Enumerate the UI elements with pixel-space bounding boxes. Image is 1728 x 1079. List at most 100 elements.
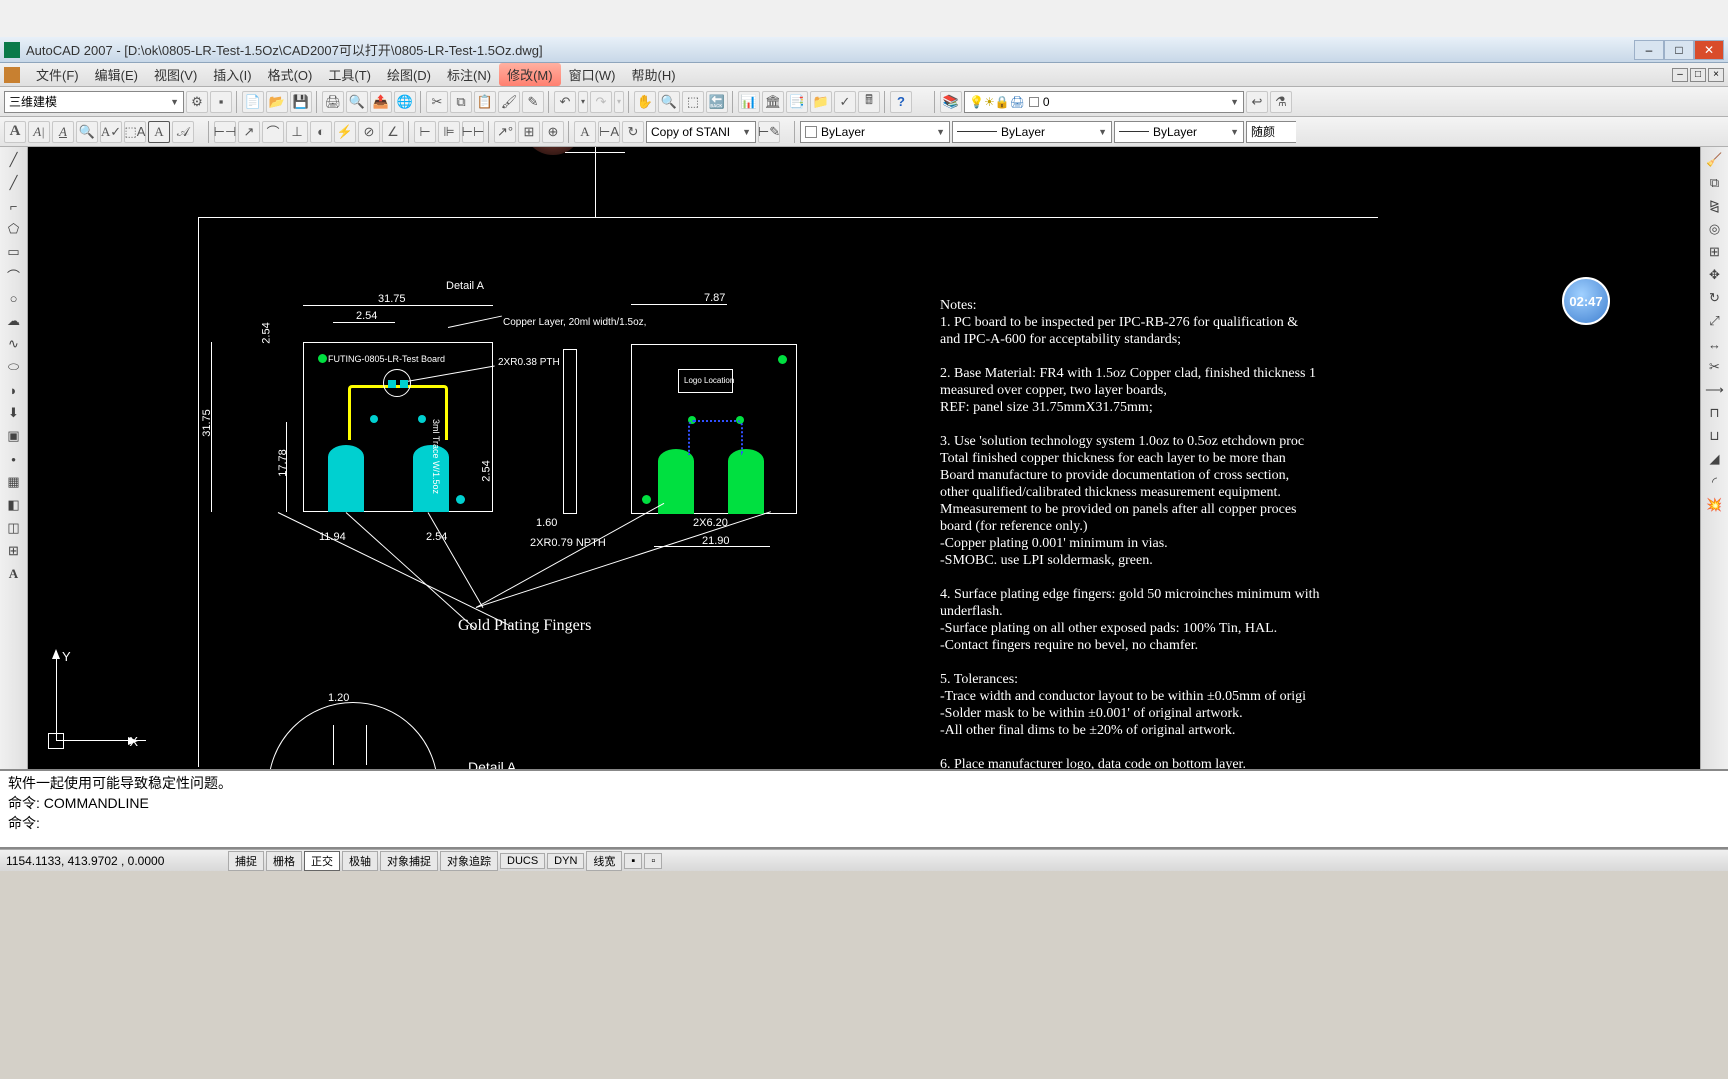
mdi-restore-button[interactable]: □ bbox=[1690, 68, 1706, 82]
join-button[interactable]: ⊔ bbox=[1704, 425, 1726, 447]
rectangle-button[interactable]: ▭ bbox=[3, 241, 25, 263]
properties-button[interactable]: 📊 bbox=[738, 91, 760, 113]
polar-toggle[interactable]: 极轴 bbox=[342, 851, 378, 871]
region-button[interactable]: ◫ bbox=[3, 517, 25, 539]
dim-continue-button[interactable]: ⊢⊢ bbox=[462, 121, 484, 143]
dim-quick-button[interactable]: ⊢ bbox=[414, 121, 436, 143]
tool-palettes-button[interactable]: 📑 bbox=[786, 91, 808, 113]
mtext-button[interactable]: A bbox=[4, 121, 26, 143]
menu-format[interactable]: 格式(O) bbox=[260, 63, 321, 86]
revcloud-button[interactable]: ☁ bbox=[3, 310, 25, 332]
circle-button[interactable]: ○ bbox=[3, 287, 25, 309]
dim-tedit-button[interactable]: ⊢A bbox=[598, 121, 620, 143]
lineweight-combo[interactable]: ByLayer ▼ bbox=[1114, 121, 1244, 143]
ducs-toggle[interactable]: DUCS bbox=[500, 853, 545, 869]
pan-button[interactable]: ✋ bbox=[634, 91, 656, 113]
model-toggle[interactable]: ▪ bbox=[624, 853, 642, 869]
toolpalettes-button[interactable]: ▪ bbox=[210, 91, 232, 113]
otrack-toggle[interactable]: 对象追踪 bbox=[440, 851, 498, 871]
dtext-button[interactable]: A| bbox=[28, 121, 50, 143]
spell-button[interactable]: A✓ bbox=[100, 121, 122, 143]
menu-view[interactable]: 视图(V) bbox=[146, 63, 205, 86]
table-button[interactable]: ⊞ bbox=[3, 540, 25, 562]
ellipse-arc-button[interactable]: ◗ bbox=[3, 379, 25, 401]
dim-diameter-button[interactable]: ⊘ bbox=[358, 121, 380, 143]
workspace-combo[interactable]: 三维建模 ▼ bbox=[4, 91, 184, 113]
chamfer-button[interactable]: ◢ bbox=[1704, 448, 1726, 470]
redo-button[interactable]: ↷ bbox=[590, 91, 612, 113]
minimize-button[interactable]: – bbox=[1634, 40, 1664, 60]
plotstyle-combo[interactable]: 随颜 bbox=[1246, 121, 1296, 143]
dim-angular-button[interactable]: ∠ bbox=[382, 121, 404, 143]
redo-dropdown[interactable]: ▾ bbox=[614, 91, 624, 113]
linetype-combo[interactable]: ByLayer ▼ bbox=[952, 121, 1112, 143]
dim-arc-button[interactable]: ⌒ bbox=[262, 121, 284, 143]
dim-tolerance-button[interactable]: ⊞ bbox=[518, 121, 540, 143]
layer-previous-button[interactable]: ↩ bbox=[1246, 91, 1268, 113]
offset-button[interactable]: ◎ bbox=[1704, 218, 1726, 240]
menu-tools[interactable]: 工具(T) bbox=[320, 63, 379, 86]
quickcalc-button[interactable]: 🖩 bbox=[858, 91, 880, 113]
dim-leader-button[interactable]: ↗° bbox=[494, 121, 516, 143]
scale-text-button[interactable]: ⬚A bbox=[124, 121, 146, 143]
break-button[interactable]: ⊓ bbox=[1704, 402, 1726, 424]
paste-button[interactable]: 📋 bbox=[474, 91, 496, 113]
xline-button[interactable]: ╱ bbox=[3, 172, 25, 194]
find-button[interactable]: 🔍 bbox=[76, 121, 98, 143]
zoom-previous-button[interactable]: 🔙 bbox=[706, 91, 728, 113]
stretch-button[interactable]: ↔ bbox=[1704, 333, 1726, 355]
snap-toggle[interactable]: 捕捉 bbox=[228, 851, 264, 871]
mdi-close-button[interactable]: × bbox=[1708, 68, 1724, 82]
close-button[interactable]: ✕ bbox=[1694, 40, 1724, 60]
coordinate-display[interactable]: 1154.1133, 413.9702 , 0.0000 bbox=[6, 854, 226, 868]
dim-baseline-button[interactable]: ⊫ bbox=[438, 121, 460, 143]
menu-edit[interactable]: 编辑(E) bbox=[87, 63, 146, 86]
layer-manager-button[interactable]: 📚 bbox=[940, 91, 962, 113]
maximize-button[interactable]: □ bbox=[1664, 40, 1694, 60]
layout-toggle[interactable]: ▫ bbox=[644, 853, 662, 869]
publish-button[interactable]: 📤 bbox=[370, 91, 392, 113]
open-button[interactable]: 📂 bbox=[266, 91, 288, 113]
line-button[interactable]: ╱ bbox=[3, 149, 25, 171]
edit-text-button[interactable]: A bbox=[52, 121, 74, 143]
hatch-button[interactable]: ▦ bbox=[3, 471, 25, 493]
undo-dropdown[interactable]: ▾ bbox=[578, 91, 588, 113]
copy-button[interactable]: ⧉ bbox=[450, 91, 472, 113]
trim-button[interactable]: ✂ bbox=[1704, 356, 1726, 378]
dim-center-button[interactable]: ⊕ bbox=[542, 121, 564, 143]
mirror-button[interactable]: ⧎ bbox=[1704, 195, 1726, 217]
osnap-toggle[interactable]: 对象捕捉 bbox=[380, 851, 438, 871]
print-button[interactable]: 🖨 bbox=[322, 91, 344, 113]
erase-button[interactable]: 🧹 bbox=[1704, 149, 1726, 171]
command-window[interactable]: 软件一起使用可能导致稳定性问题。 命令: COMMANDLINE 命令: bbox=[0, 769, 1728, 849]
scale-button[interactable]: ⤢ bbox=[1704, 310, 1726, 332]
workspace-settings-button[interactable]: ⚙ bbox=[186, 91, 208, 113]
gradient-button[interactable]: ◧ bbox=[3, 494, 25, 516]
justify-button[interactable]: A bbox=[148, 121, 170, 143]
dim-update-button[interactable]: ↻ bbox=[622, 121, 644, 143]
dim-jogged-button[interactable]: ⚡ bbox=[334, 121, 356, 143]
dimstyle-combo[interactable]: Copy of STANI ▼ bbox=[646, 121, 756, 143]
pline-button[interactable]: ⌐ bbox=[3, 195, 25, 217]
menu-window[interactable]: 窗口(W) bbox=[561, 63, 624, 86]
menu-insert[interactable]: 插入(I) bbox=[205, 63, 259, 86]
zoom-realtime-button[interactable]: 🔍 bbox=[658, 91, 680, 113]
menu-draw[interactable]: 绘图(D) bbox=[379, 63, 439, 86]
dyn-toggle[interactable]: DYN bbox=[547, 853, 584, 869]
lwt-toggle[interactable]: 线宽 bbox=[586, 851, 622, 871]
menu-dimension[interactable]: 标注(N) bbox=[439, 63, 499, 86]
layer-states-button[interactable]: ⚗ bbox=[1270, 91, 1292, 113]
menu-modify[interactable]: 修改(M) bbox=[499, 63, 561, 86]
dim-radius-button[interactable]: ◐ bbox=[310, 121, 332, 143]
color-combo[interactable]: ByLayer ▼ bbox=[800, 121, 950, 143]
dimstyle-manager-button[interactable]: ⊢✎ bbox=[758, 121, 780, 143]
dim-aligned-button[interactable]: ↗ bbox=[238, 121, 260, 143]
spline-button[interactable]: ∿ bbox=[3, 333, 25, 355]
layer-combo[interactable]: 💡☀🔒🖨 0 ▼ bbox=[964, 91, 1244, 113]
ortho-toggle[interactable]: 正交 bbox=[304, 851, 340, 871]
array-button[interactable]: ⊞ bbox=[1704, 241, 1726, 263]
sheet-set-button[interactable]: 📁 bbox=[810, 91, 832, 113]
fillet-button[interactable]: ◜ bbox=[1704, 471, 1726, 493]
grid-toggle[interactable]: 栅格 bbox=[266, 851, 302, 871]
arc-button[interactable]: ⌒ bbox=[3, 264, 25, 286]
